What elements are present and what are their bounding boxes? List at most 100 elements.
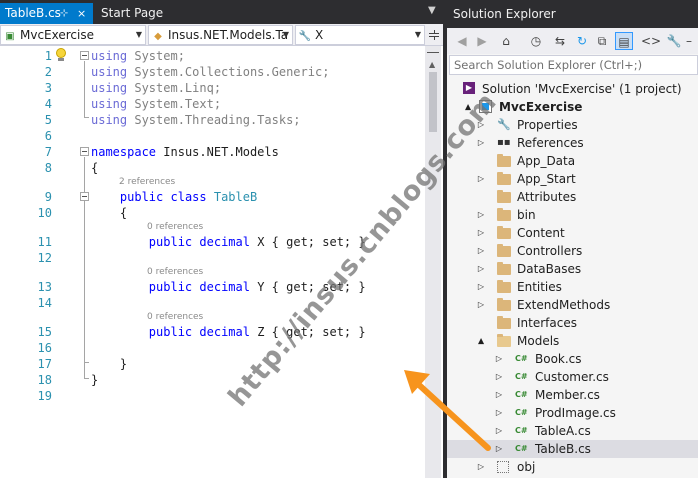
expanded-arrow-icon[interactable]: ▼ bbox=[476, 332, 486, 350]
tab-tableb-cs[interactable]: TableB.cs ⊹ × bbox=[0, 3, 93, 24]
history-icon[interactable]: ◷ bbox=[527, 32, 545, 50]
tree-item-label: Book.cs bbox=[535, 352, 582, 366]
csharp-file-icon: C# bbox=[515, 354, 528, 363]
tree-item-folder[interactable]: ▷ Content bbox=[447, 224, 698, 242]
line-number: 8 bbox=[44, 161, 52, 175]
codelens-references-link[interactable]: 0 references bbox=[147, 220, 203, 234]
tree-item-label: Attributes bbox=[517, 190, 577, 204]
folder-icon bbox=[497, 298, 511, 312]
view-code-icon[interactable]: <> bbox=[641, 32, 661, 50]
back-icon[interactable]: ◀ bbox=[453, 32, 471, 50]
folder-icon bbox=[497, 280, 511, 294]
close-icon[interactable]: × bbox=[77, 3, 86, 24]
folder-icon bbox=[497, 244, 511, 258]
tree-item-folder[interactable]: ▷ Controllers bbox=[447, 242, 698, 260]
more-icon[interactable]: – bbox=[683, 32, 695, 50]
line-number: 6 bbox=[44, 129, 52, 143]
code-line: { bbox=[91, 161, 99, 175]
line-number: 15 bbox=[37, 325, 52, 339]
line-number: 5 bbox=[44, 113, 52, 127]
tree-item-label: obj bbox=[517, 460, 536, 474]
tab-overflow-dropdown-icon[interactable]: ▼ bbox=[428, 5, 436, 16]
tree-item-label: References bbox=[517, 136, 584, 150]
tree-item-folder[interactable]: ▷ Entities bbox=[447, 278, 698, 296]
references-icon: ▪▪ bbox=[497, 137, 511, 148]
forward-icon[interactable]: ▶ bbox=[473, 32, 491, 50]
split-handle[interactable] bbox=[427, 52, 439, 53]
collapsed-arrow-icon[interactable]: ▷ bbox=[476, 278, 486, 296]
code-line: using System; bbox=[91, 49, 185, 63]
home-icon[interactable]: ⌂ bbox=[497, 32, 515, 50]
folder-icon bbox=[497, 226, 511, 240]
hidden-folder-icon bbox=[497, 460, 511, 474]
type-dropdown-value: Insus.NET.Models.Ta bbox=[168, 28, 289, 42]
document-tab-bar: TableB.cs ⊹ × Start Page ▼ bbox=[0, 0, 443, 24]
tree-item-label: MvcExercise bbox=[499, 100, 583, 114]
tree-item-folder-hidden[interactable]: ▷ obj bbox=[447, 458, 698, 476]
solution-explorer-search-input[interactable]: Search Solution Explorer (Ctrl+;) bbox=[449, 55, 698, 75]
code-line: public decimal X { get; set; } bbox=[148, 235, 366, 249]
chevron-down-icon: ▼ bbox=[282, 30, 289, 39]
folder-icon bbox=[497, 154, 511, 168]
sync-icon[interactable]: ⇆ bbox=[551, 32, 569, 50]
tab-start-page[interactable]: Start Page bbox=[96, 3, 166, 24]
tree-item-label: App_Start bbox=[517, 172, 576, 186]
type-dropdown[interactable]: ◆ Insus.NET.Models.Ta ▼ bbox=[148, 25, 293, 45]
tree-item-folder[interactable]: App_Data bbox=[447, 152, 698, 170]
tree-item-folder[interactable]: ▷ App_Start bbox=[447, 170, 698, 188]
tab-label: TableB.cs bbox=[5, 6, 61, 20]
collapsed-arrow-icon[interactable]: ▷ bbox=[476, 170, 486, 188]
tab-label: Start Page bbox=[101, 6, 164, 20]
code-line: using System.Threading.Tasks; bbox=[91, 113, 301, 127]
codelens-references-link[interactable]: 2 references bbox=[119, 175, 175, 189]
tree-item-label: Customer.cs bbox=[535, 370, 609, 384]
collapsed-arrow-icon[interactable]: ▷ bbox=[476, 242, 486, 260]
solution-explorer-title: Solution Explorer bbox=[447, 0, 698, 28]
line-number: 4 bbox=[44, 97, 52, 111]
show-all-files-icon[interactable]: ▤ bbox=[615, 32, 633, 50]
tree-item-folder-models[interactable]: ▼ Models bbox=[447, 332, 698, 350]
pin-icon[interactable]: ⊹ bbox=[60, 3, 68, 24]
tree-item-label: TableA.cs bbox=[535, 424, 591, 438]
line-number: 18 bbox=[37, 373, 52, 387]
line-number: 13 bbox=[37, 280, 52, 294]
tree-item-folder[interactable]: ▷ bin bbox=[447, 206, 698, 224]
codelens-references-link[interactable]: 0 references bbox=[147, 265, 203, 279]
project-dropdown[interactable]: ▣ MvcExercise ▼ bbox=[0, 25, 146, 45]
tree-item-folder[interactable]: ▷ DataBases bbox=[447, 260, 698, 278]
folder-icon bbox=[497, 262, 511, 276]
collapsed-arrow-icon[interactable]: ▷ bbox=[476, 296, 486, 314]
collapsed-arrow-icon[interactable]: ▷ bbox=[476, 206, 486, 224]
tree-item-label: App_Data bbox=[517, 154, 576, 168]
collapsed-arrow-icon[interactable]: ▷ bbox=[476, 224, 486, 242]
scroll-up-arrow-icon[interactable]: ▲ bbox=[429, 60, 435, 69]
collapsed-arrow-icon[interactable]: ▷ bbox=[476, 260, 486, 278]
line-number: 16 bbox=[37, 341, 52, 355]
csharp-file-icon: C# bbox=[515, 408, 528, 417]
chevron-down-icon: ▼ bbox=[414, 30, 421, 39]
properties-wrench-icon[interactable]: 🔧 bbox=[665, 32, 683, 50]
member-dropdown[interactable]: 🔧 X ▼ bbox=[295, 25, 425, 45]
code-line: } bbox=[91, 373, 99, 387]
tree-item-folder[interactable]: Interfaces bbox=[447, 314, 698, 332]
scrollbar-thumb[interactable] bbox=[429, 72, 437, 132]
collapse-region-icon[interactable] bbox=[80, 192, 89, 201]
tree-item-label: Properties bbox=[517, 118, 578, 132]
line-number: 17 bbox=[37, 357, 52, 371]
refresh-icon[interactable]: ↻ bbox=[573, 32, 591, 50]
collapse-region-icon[interactable] bbox=[80, 51, 89, 60]
tree-item-folder[interactable]: Attributes bbox=[447, 188, 698, 206]
collapse-all-icon[interactable]: ⧉ bbox=[593, 32, 611, 50]
tree-item-folder[interactable]: ▷ ExtendMethods bbox=[447, 296, 698, 314]
lightbulb-icon[interactable] bbox=[55, 48, 67, 62]
collapsed-arrow-icon[interactable]: ▷ bbox=[476, 458, 486, 476]
collapse-region-icon[interactable] bbox=[80, 147, 89, 156]
tree-item-label: TableB.cs bbox=[535, 442, 591, 456]
folder-open-icon bbox=[497, 334, 511, 348]
split-window-icon[interactable] bbox=[427, 26, 441, 44]
code-line: namespace Insus.NET.Models bbox=[91, 145, 279, 159]
chevron-down-icon: ▼ bbox=[135, 30, 142, 39]
codelens-references-link[interactable]: 0 references bbox=[147, 310, 203, 324]
tree-item-label: ProdImage.cs bbox=[535, 406, 616, 420]
folder-icon bbox=[497, 208, 511, 222]
